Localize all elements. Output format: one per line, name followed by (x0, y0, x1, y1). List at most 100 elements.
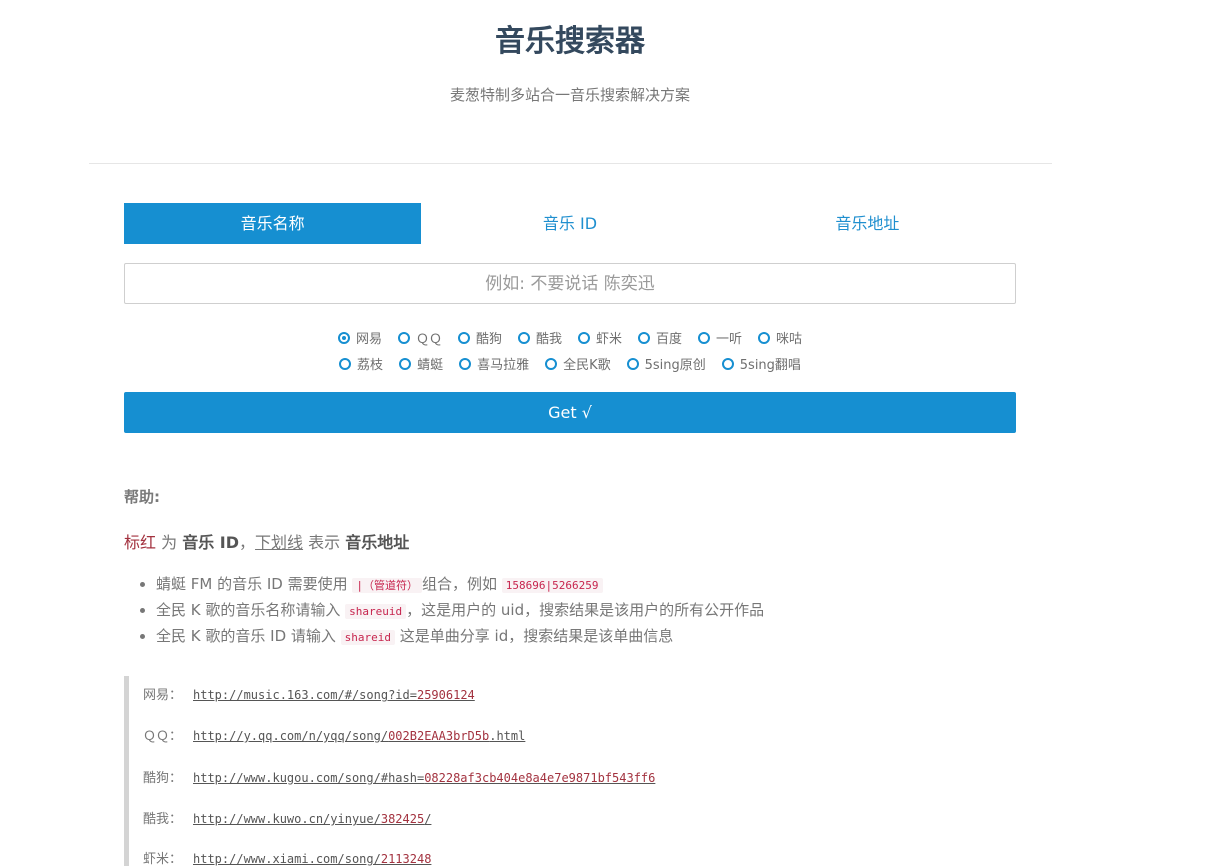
radio-lizhi[interactable]: 荔枝 (339, 354, 383, 373)
radio-icon[interactable] (517, 331, 530, 344)
radio-baidu[interactable]: 百度 (638, 328, 682, 347)
legend-text: 表示 (303, 533, 346, 552)
tab-music-url[interactable]: 音乐地址 (719, 203, 1016, 244)
code-snippet: |（管道符） (352, 578, 423, 593)
radio-label: 喜马拉雅 (477, 358, 530, 373)
radio-label: 咪咕 (776, 332, 803, 347)
code-snippet: shareid (340, 630, 396, 645)
example-row: 酷我： http://www.kuwo.cn/yinyue/382425/ (143, 808, 431, 827)
example-link[interactable]: http://www.xiami.com/song/2113248 (193, 852, 431, 866)
legend-bold: 音乐 ID (182, 533, 240, 552)
example-link[interactable]: http://www.kugou.com/song/#hash=08228af3… (193, 771, 655, 785)
radio-checked-icon[interactable] (337, 331, 350, 344)
radio-icon[interactable] (721, 357, 734, 370)
url-base: http://music.163.com/#/song?id= (193, 688, 417, 702)
url-id: 25906124 (416, 688, 475, 702)
radio-kugou[interactable]: 酷狗 (457, 328, 502, 347)
source-radio-group-row1: 网易 ＱＱ 酷狗 酷我 虾米 百度 一听 咪咕 (124, 328, 1016, 347)
radio-label: 全民K歌 (563, 358, 611, 373)
help-text: 全民 K 歌的音乐 ID 请输入 (156, 627, 341, 645)
header-divider (89, 163, 1052, 164)
radio-5sing-cover[interactable]: 5sing翻唱 (721, 354, 801, 373)
url-suffix: .html (489, 729, 526, 743)
example-link[interactable]: http://www.kuwo.cn/yinyue/382425/ (193, 812, 431, 826)
radio-label: 荔枝 (357, 358, 384, 373)
radio-ximalaya[interactable]: 喜马拉雅 (459, 354, 529, 373)
radio-label: 网易 (355, 332, 382, 347)
example-row: 网易： http://music.163.com/#/song?id=259061… (143, 684, 475, 703)
radio-xiami[interactable]: 虾米 (578, 328, 622, 347)
url-base: http://www.xiami.com/song/ (193, 852, 381, 866)
radio-label: ＱＱ (415, 332, 442, 347)
search-type-tabs: 音乐名称 音乐 ID 音乐地址 (124, 203, 1016, 244)
source-radio-group-row2: 荔枝 蜻蜓 喜马拉雅 全民K歌 5sing原创 5sing翻唱 (124, 354, 1016, 373)
page-title: 音乐搜索器 (495, 24, 645, 59)
tab-music-name[interactable]: 音乐名称 (124, 203, 422, 244)
radio-label: 虾米 (596, 332, 623, 347)
radio-icon[interactable] (758, 331, 771, 344)
help-text: ，这是用户的 uid，搜索结果是该用户的所有公开作品 (406, 601, 765, 619)
radio-label: 5sing翻唱 (739, 358, 801, 373)
radio-icon[interactable] (698, 331, 711, 344)
example-label: 酷狗： (143, 771, 183, 786)
example-link[interactable]: http://music.163.com/#/song?id=25906124 (193, 688, 475, 702)
example-label: 酷我： (143, 812, 183, 827)
example-label: 网易： (143, 688, 183, 703)
search-input[interactable] (124, 263, 1016, 304)
example-row: 酷狗： http://www.kugou.com/song/#hash=08228… (143, 767, 655, 786)
example-row: ＱＱ： http://y.qq.com/n/yqq/song/002B2EAA3b… (143, 725, 525, 744)
help-item: 全民 K 歌的音乐 ID 请输入 shareid 这是单曲分享 id，搜索结果是… (156, 624, 764, 650)
help-title: 帮助: (124, 488, 160, 506)
radio-qingting[interactable]: 蜻蜓 (399, 354, 443, 373)
radio-5sing-original[interactable]: 5sing原创 (626, 354, 706, 373)
url-base: http://www.kuwo.cn/yinyue/ (193, 812, 381, 826)
radio-label: 百度 (656, 332, 683, 347)
radio-1ting[interactable]: 一听 (698, 328, 742, 347)
radio-migu[interactable]: 咪咕 (758, 328, 802, 347)
legend-text: 为 (156, 533, 183, 552)
help-text: 全民 K 歌的音乐名称请输入 (156, 601, 346, 619)
radio-icon[interactable] (638, 331, 651, 344)
tab-music-id[interactable]: 音乐 ID (421, 203, 718, 244)
legend-red: 标红 (124, 533, 157, 552)
radio-label: 酷狗 (475, 332, 502, 347)
url-id: 2113248 (380, 852, 432, 866)
code-snippet: 158696|5266259 (501, 578, 603, 593)
radio-icon[interactable] (626, 357, 639, 370)
example-label: ＱＱ： (143, 729, 183, 744)
help-list: 蜻蜓 FM 的音乐 ID 需要使用 |（管道符）组合，例如 158696|526… (124, 572, 764, 650)
radio-label: 蜻蜓 (417, 358, 444, 373)
help-text: 组合，例如 (422, 575, 502, 593)
radio-label: 5sing原创 (644, 358, 706, 373)
example-urls-block: 网易： http://music.163.com/#/song?id=259061… (124, 676, 1016, 867)
radio-icon[interactable] (545, 357, 558, 370)
code-snippet: shareuid (345, 604, 407, 619)
help-legend: 标红 为 音乐 ID，下划线 表示 音乐地址 (124, 529, 409, 553)
radio-qq[interactable]: ＱＱ (397, 328, 442, 347)
radio-kg[interactable]: 全民K歌 (545, 354, 611, 373)
example-link[interactable]: http://y.qq.com/n/yqq/song/002B2EAA3brD5… (193, 729, 525, 743)
help-text: 蜻蜓 FM 的音乐 ID 需要使用 (156, 575, 353, 593)
radio-netease[interactable]: 网易 (337, 328, 382, 347)
legend-bold: 音乐地址 (345, 533, 410, 552)
url-base: http://y.qq.com/n/yqq/song/ (193, 729, 389, 743)
help-item: 蜻蜓 FM 的音乐 ID 需要使用 |（管道符）组合，例如 158696|526… (156, 572, 764, 598)
radio-label: 一听 (716, 332, 743, 347)
radio-kuwo[interactable]: 酷我 (517, 328, 562, 347)
radio-label: 酷我 (535, 332, 562, 347)
radio-icon[interactable] (397, 331, 410, 344)
get-button[interactable]: Get √ (124, 392, 1016, 433)
page-subtitle: 麦葱特制多站合一音乐搜索解决方案 (449, 86, 690, 104)
help-item: 全民 K 歌的音乐名称请输入 shareuid，这是用户的 uid，搜索结果是该… (156, 598, 764, 624)
url-id: 08228af3cb404e8a4e7e9871bf543ff6 (424, 771, 656, 785)
example-row: 虾米： http://www.xiami.com/song/2113248 (143, 848, 431, 867)
radio-icon[interactable] (457, 331, 470, 344)
url-id: 382425 (380, 812, 425, 826)
radio-icon[interactable] (578, 331, 590, 344)
url-id: 002B2EAA3brD5b (388, 729, 490, 743)
radio-icon[interactable] (339, 357, 352, 370)
radio-icon[interactable] (399, 357, 412, 370)
url-base: http://www.kugou.com/song/#hash= (193, 771, 425, 785)
radio-icon[interactable] (459, 357, 472, 370)
legend-text: ， (239, 533, 256, 552)
